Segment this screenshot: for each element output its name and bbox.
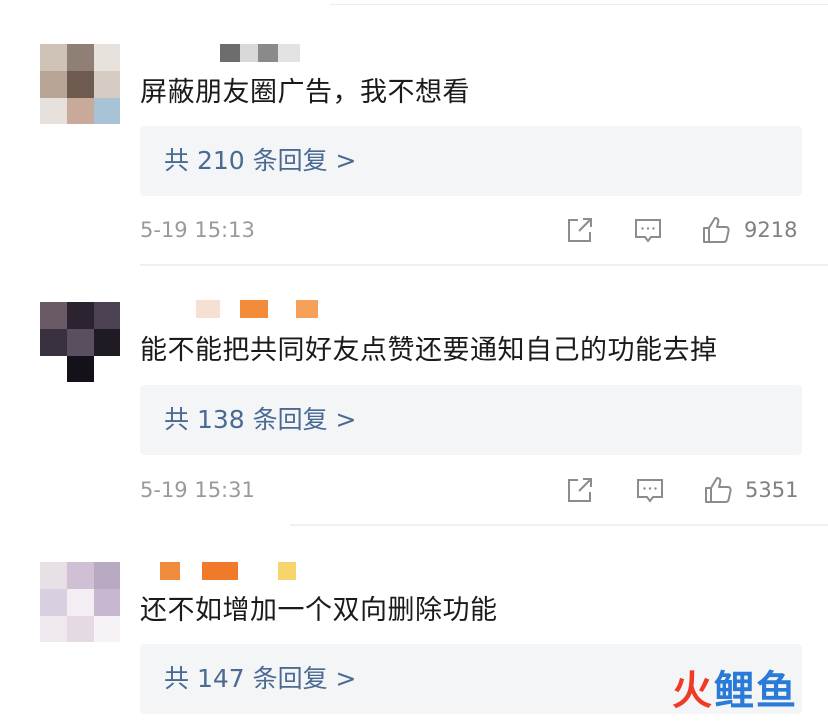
comment-meta: 5-19 15:13 9218 (140, 214, 802, 248)
like-count: 5351 (745, 478, 799, 502)
username[interactable] (160, 562, 300, 580)
watermark-part-1: 火 (672, 668, 714, 714)
timestamp: 5-19 15:13 (140, 218, 255, 242)
comment-meta: 5-19 15:31 5351 (140, 474, 802, 508)
like-icon[interactable] (700, 214, 732, 246)
site-watermark: 火鲤鱼 (672, 658, 798, 716)
view-replies-link[interactable]: 共 147 条回复 > (164, 662, 357, 696)
comment-text: 还不如增加一个双向删除功能 (140, 595, 498, 626)
comment-text: 能不能把共同好友点赞还要通知自己的功能去掉 (140, 335, 718, 366)
reply-box[interactable]: 共 210 条回复 > (140, 126, 802, 196)
comment-divider (290, 524, 828, 526)
comment-icon[interactable] (634, 474, 666, 506)
comment-icon[interactable] (632, 214, 664, 246)
comment-text: 屏蔽朋友圈广告，我不想看 (140, 77, 470, 108)
username[interactable] (196, 300, 322, 318)
like-count: 9218 (744, 218, 798, 242)
top-divider (330, 4, 828, 5)
avatar[interactable] (40, 302, 120, 382)
share-icon[interactable] (564, 214, 596, 246)
comment-divider (140, 264, 828, 266)
watermark-part-2: 鲤鱼 (714, 668, 798, 714)
share-icon[interactable] (564, 474, 596, 506)
view-replies-link[interactable]: 共 210 条回复 > (164, 144, 357, 178)
avatar[interactable] (40, 44, 120, 124)
avatar[interactable] (40, 562, 120, 642)
reply-box[interactable]: 共 138 条回复 > (140, 385, 802, 455)
like-icon[interactable] (702, 474, 734, 506)
username[interactable] (220, 44, 300, 62)
timestamp: 5-19 15:31 (140, 478, 255, 502)
view-replies-link[interactable]: 共 138 条回复 > (164, 403, 357, 437)
